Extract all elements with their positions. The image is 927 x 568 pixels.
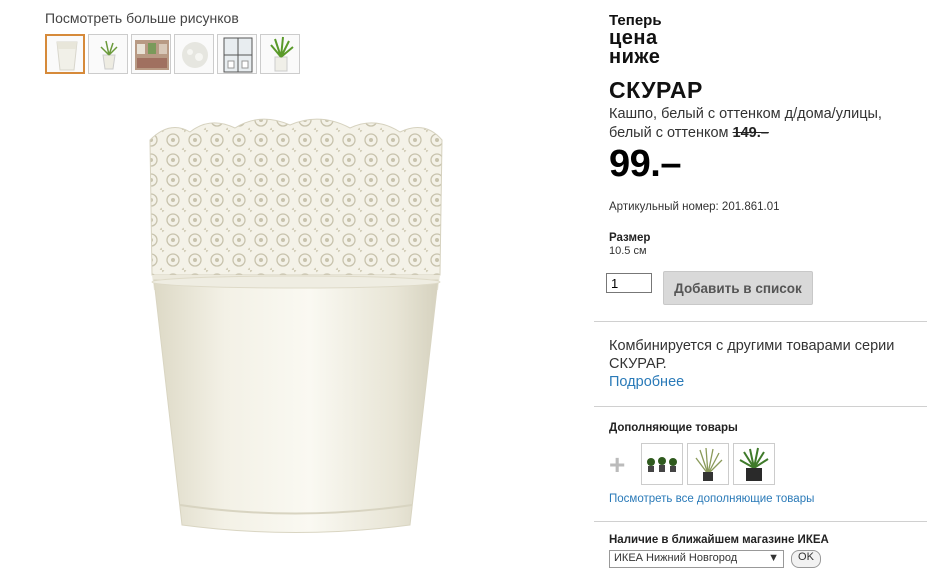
dropdown-arrow-icon: ▼ xyxy=(768,552,779,564)
more-details-link[interactable]: Подробнее xyxy=(609,374,684,390)
old-price: 149.– xyxy=(732,125,769,141)
size-label: Размер xyxy=(609,232,651,244)
complementary-heading: Дополняющие товары xyxy=(609,422,738,434)
complementary-items xyxy=(641,443,775,485)
size-value: 10.5 см xyxy=(609,245,647,257)
product-price: 99.– xyxy=(609,143,681,185)
divider xyxy=(594,406,927,407)
divider xyxy=(594,521,927,522)
product-description: Кашпо, белый с оттенком д/дома/улицы, бе… xyxy=(609,105,919,143)
store-select[interactable]: ИКЕА Нижний Новгород ▼ xyxy=(609,550,784,568)
thumbnail-strip xyxy=(45,34,300,74)
badge-line-3: ниже xyxy=(609,46,661,68)
store-select-value: ИКЕА Нижний Новгород xyxy=(614,552,738,564)
product-name: СКУРАР xyxy=(609,77,703,103)
thumbnail-4[interactable] xyxy=(174,34,214,74)
plus-icon: + xyxy=(609,449,626,480)
complementary-item-grass[interactable] xyxy=(687,443,729,485)
availability-heading: Наличие в ближайшем магазине ИКЕА xyxy=(609,534,829,546)
product-image-lace-pot xyxy=(140,110,450,545)
more-pictures-label[interactable]: Посмотреть больше рисунков xyxy=(45,10,239,26)
quantity-input[interactable] xyxy=(606,273,652,293)
thumbnail-3[interactable] xyxy=(131,34,171,74)
price-lowered-badge: Теперь цена ниже xyxy=(609,12,662,67)
ok-button[interactable]: OK xyxy=(791,550,821,568)
thumbnail-5[interactable] xyxy=(217,34,257,74)
thumbnail-1[interactable] xyxy=(45,34,85,74)
article-number: Артикульный номер: 201.861.01 xyxy=(609,201,780,213)
divider xyxy=(594,321,927,322)
complementary-item-small-plants[interactable] xyxy=(641,443,683,485)
add-to-list-button[interactable]: Добавить в список xyxy=(663,271,813,305)
see-all-complementary-link[interactable]: Посмотреть все дополняющие товары xyxy=(609,493,814,505)
complementary-item-potted-grass[interactable] xyxy=(733,443,775,485)
thumbnail-2[interactable] xyxy=(88,34,128,74)
combine-text: Комбинируется с другими товарами серии С… xyxy=(609,338,895,372)
thumbnail-6[interactable] xyxy=(260,34,300,74)
